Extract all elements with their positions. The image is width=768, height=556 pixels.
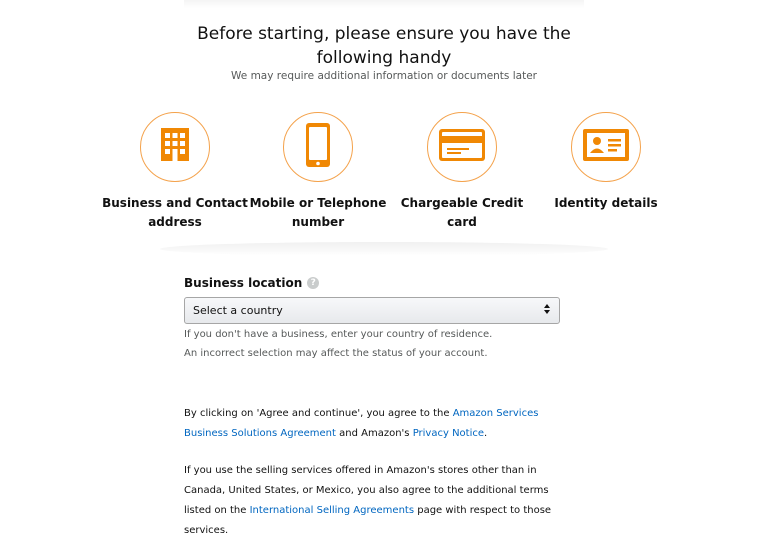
location-hint-2: An incorrect selection may affect the st… — [184, 348, 488, 359]
requirement-icon-circle — [140, 112, 210, 182]
requirement-icon-circle — [427, 112, 497, 182]
agreement-text-mid: and Amazon's — [335, 428, 413, 439]
requirement-credit-card: Chargeable Credit card — [387, 112, 537, 232]
page-title: Before starting, please ensure you have … — [197, 24, 571, 68]
requirement-label: Chargeable Credit card — [400, 196, 524, 229]
agreement-text-post: . — [484, 428, 488, 439]
international-paragraph: If you use the selling services offered … — [184, 461, 564, 541]
requirement-label: Mobile or Telephone number — [249, 196, 387, 229]
requirement-business-address: Business and Contact address — [100, 112, 250, 232]
international-selling-agreements-link[interactable]: International Selling Agreements — [250, 505, 414, 516]
business-location-label-text: Business location — [184, 276, 303, 290]
building-icon — [155, 125, 195, 170]
country-select[interactable]: Select a country — [184, 297, 560, 324]
requirement-identity: Identity details — [531, 112, 681, 213]
requirement-phone-number: Mobile or Telephone number — [243, 112, 393, 232]
id-card-icon — [581, 127, 631, 168]
privacy-notice-link[interactable]: Privacy Notice — [413, 428, 484, 439]
top-shadow — [184, 0, 584, 8]
select-arrows-icon — [543, 303, 551, 318]
agreement-text-pre: By clicking on 'Agree and continue', you… — [184, 408, 453, 419]
requirement-label: Identity details — [554, 196, 658, 210]
section-divider — [160, 242, 608, 256]
business-location-label: Business location ? — [184, 276, 320, 290]
country-select-value: Select a country — [193, 304, 283, 317]
mobile-phone-icon — [298, 121, 338, 174]
agreement-paragraph: By clicking on 'Agree and continue', you… — [184, 404, 564, 444]
credit-card-icon — [437, 127, 487, 168]
requirement-icon-circle — [571, 112, 641, 182]
help-icon[interactable]: ? — [307, 277, 320, 289]
requirement-label: Business and Contact address — [102, 196, 248, 229]
location-hint-1: If you don't have a business, enter your… — [184, 329, 493, 340]
requirement-icon-circle — [283, 112, 353, 182]
page-subtitle: We may require additional information or… — [231, 70, 537, 82]
